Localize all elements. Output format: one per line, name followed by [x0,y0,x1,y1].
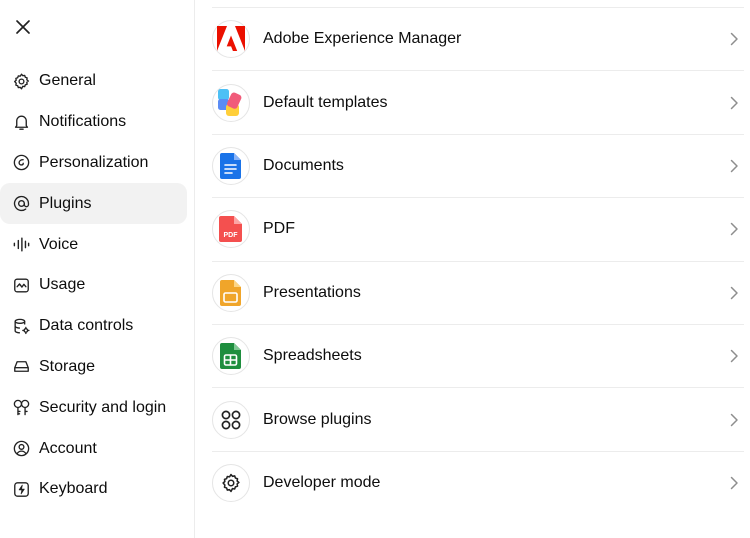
plugin-row-adobe-experience-manager[interactable]: Adobe Experience Manager [212,8,744,72]
sidebar-item-keyboard[interactable]: Keyboard [0,469,187,510]
plugin-label: Spreadsheets [263,347,362,365]
plugin-row-developer-mode[interactable]: Developer mode [212,452,744,515]
gear-icon [212,464,250,503]
templates-icon [212,83,250,122]
pdf-badge-text: PDF [224,232,239,239]
sidebar-item-label: Voice [39,235,79,253]
plugin-row-spreadsheets[interactable]: Spreadsheets [212,325,744,389]
pdf-icon: PDF [212,210,250,249]
plugins-list: Adobe Experience Manager Default templat… [212,8,744,515]
sidebar-item-label: Notifications [39,113,127,131]
sidebar-item-label: Account [39,439,97,457]
chevron-right-icon [726,285,742,301]
gear-icon [11,71,31,91]
plugin-row-default-templates[interactable]: Default templates [212,71,744,135]
keyboard-bolt-icon [11,479,31,499]
sidebar-item-label: Security and login [39,398,167,416]
sidebar-item-account[interactable]: Account [0,428,187,469]
usage-chart-icon [11,275,31,295]
plugin-row-presentations[interactable]: Presentations [212,262,744,325]
personalization-icon [11,153,31,173]
close-icon [16,20,30,34]
sidebar-item-general[interactable]: General [0,61,187,102]
presentation-icon [212,273,250,312]
sidebar-item-storage[interactable]: Storage [0,347,187,388]
sidebar-item-label: Keyboard [39,480,108,498]
spreadsheet-icon [212,337,250,376]
plugin-label: Browse plugins [263,410,372,428]
grid-circles-icon [212,400,250,439]
sidebar-item-notifications[interactable]: Notifications [0,102,187,143]
waveform-icon [11,235,31,255]
adobe-logo-icon [212,20,250,59]
at-sign-icon [11,194,31,214]
chevron-right-icon [726,412,742,428]
sidebar-item-usage[interactable]: Usage [0,265,187,306]
sidebar-item-plugins[interactable]: Plugins [0,183,187,225]
keys-icon [11,398,31,418]
plugin-label: Documents [263,156,344,174]
plugin-row-documents[interactable]: Documents [212,135,744,199]
settings-sidebar: General Notifications Personalization Pl… [0,0,195,538]
chevron-right-icon [726,31,742,47]
chevron-right-icon [726,158,742,174]
sidebar-item-label: General [39,72,96,90]
storage-drive-icon [11,357,31,377]
sidebar-item-data-controls[interactable]: Data controls [0,306,187,347]
settings-nav: General Notifications Personalization Pl… [0,61,195,510]
bell-icon [11,112,31,132]
close-button[interactable] [10,14,36,40]
sidebar-item-voice[interactable]: Voice [0,224,187,265]
plugin-label: Default templates [263,93,388,111]
plugins-panel: Adobe Experience Manager Default templat… [212,0,744,538]
chevron-right-icon [726,348,742,364]
sidebar-item-label: Usage [39,276,86,294]
sidebar-item-security-and-login[interactable]: Security and login [0,387,187,428]
sidebar-item-label: Storage [39,357,96,375]
plugin-row-browse-plugins[interactable]: Browse plugins [212,388,744,452]
sidebar-item-label: Data controls [39,317,134,335]
document-icon [212,146,250,185]
chevron-right-icon [726,475,742,491]
sidebar-item-label: Plugins [39,194,92,212]
user-circle-icon [11,439,31,459]
chevron-right-icon [726,95,742,111]
sidebar-item-personalization[interactable]: Personalization [0,143,187,184]
plugin-row-pdf[interactable]: PDF PDF [212,198,744,262]
plugin-label: Adobe Experience Manager [263,30,462,48]
database-gear-icon [11,316,31,336]
sidebar-item-label: Personalization [39,153,149,171]
plugin-label: PDF [263,220,295,238]
plugin-label: Presentations [263,283,361,301]
plugin-label: Developer mode [263,474,381,492]
chevron-right-icon [726,221,742,237]
